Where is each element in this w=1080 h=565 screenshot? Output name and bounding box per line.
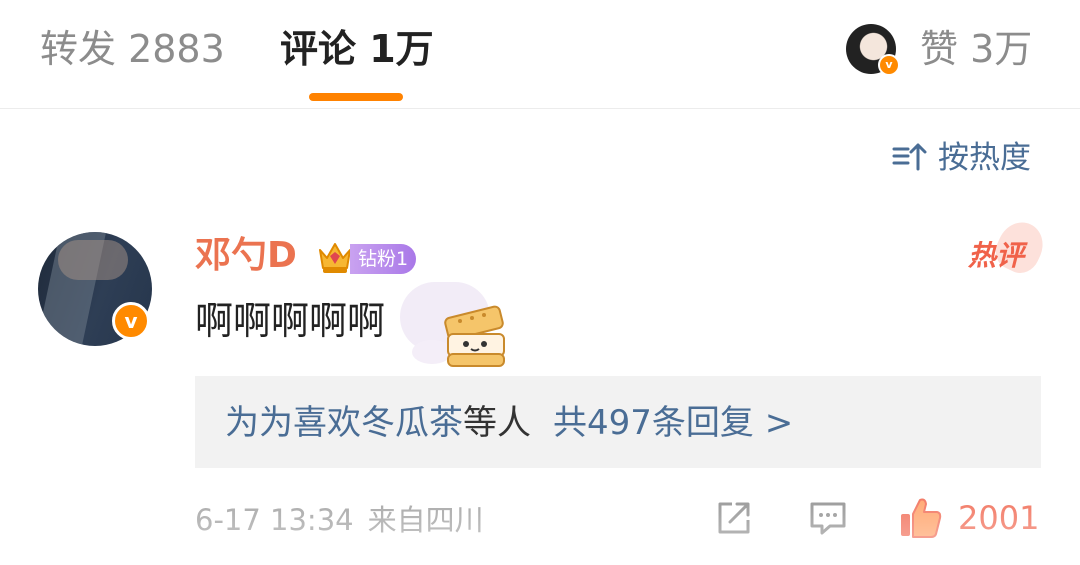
tab-bar: 转发 2883 评论 1万 v 赞 3万	[0, 0, 1080, 109]
reply-suffix: 等人	[463, 403, 531, 443]
active-tab-indicator	[309, 93, 403, 101]
sort-label: 按热度	[938, 140, 1031, 176]
sort-icon	[892, 143, 927, 171]
crown-icon	[319, 243, 351, 273]
commenter-username[interactable]: 邓勺D	[195, 234, 297, 278]
reply-count-link[interactable]: 共497条回复 >	[553, 403, 793, 443]
verified-icon: v	[112, 302, 150, 340]
verified-icon: v	[878, 54, 900, 76]
tab-comments[interactable]: 评论 1万	[280, 26, 434, 72]
tab-likes[interactable]: 赞 3万	[920, 26, 1032, 72]
comment-icon[interactable]	[808, 498, 848, 538]
comment-meta: 6-17 13:34 来自四川	[195, 500, 484, 540]
commenter-avatar[interactable]: v	[38, 232, 152, 346]
replies-preview[interactable]: 为为喜欢冬瓜茶等人 共497条回复 >	[195, 376, 1041, 468]
share-icon[interactable]	[714, 498, 754, 538]
tab-repost[interactable]: 转发 2883	[40, 26, 225, 72]
comment-location: 来自四川	[367, 503, 484, 537]
fan-level-badge: 钻粉1	[350, 244, 417, 274]
thumbs-up-icon	[901, 498, 942, 538]
view-replies-link[interactable]: 为为喜欢冬瓜茶等人 共497条回复 >	[225, 400, 793, 446]
likes-avatar[interactable]: v	[846, 24, 900, 76]
hot-comment-badge: 热评	[968, 236, 1024, 276]
biscuit-sticker-icon	[412, 305, 505, 367]
comment-date: 6-17 13:34	[195, 503, 354, 537]
reply-user-names[interactable]: 为为喜欢冬瓜茶	[225, 403, 463, 443]
like-count: 2001	[958, 499, 1040, 537]
sort-by-hot-button[interactable]: 按热度	[892, 136, 1031, 180]
comment-text: 啊啊啊啊啊	[195, 299, 386, 343]
